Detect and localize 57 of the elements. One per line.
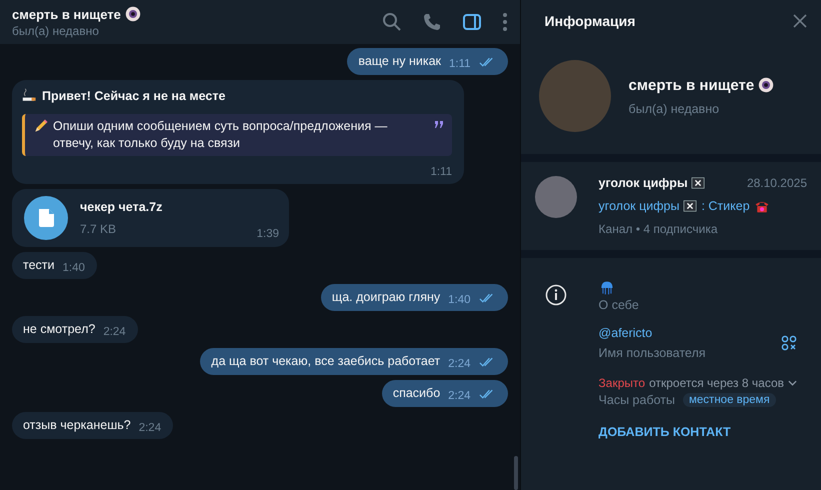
channel-preview-text: : Стикер [701, 199, 750, 213]
side-panel-icon[interactable] [462, 12, 482, 32]
pencil-icon [33, 118, 49, 134]
jellyfish-icon [598, 280, 615, 296]
channel-name: уголок цифры [598, 176, 688, 190]
channel-meta: Канал • 4 подписчика [598, 222, 719, 236]
message-text: да ща вот чекаю, все заебись работает [211, 354, 440, 370]
file-name: чекер чета.7z [80, 200, 164, 214]
message-title: Привет! Сейчас я не на месте [42, 89, 226, 103]
channel-avatar-placeholder [534, 176, 577, 218]
search-icon[interactable] [382, 12, 402, 32]
profile-status: был(а) недавно [628, 102, 720, 116]
message-time: 1:40 [62, 262, 85, 274]
channel-date: 28.10.2025 [746, 176, 807, 190]
chat-status: был(а) недавно [12, 24, 100, 38]
hours-label: Часы работы [598, 393, 675, 407]
message-time: 2:24 [448, 390, 471, 402]
message-time: 1:11 [430, 166, 452, 178]
about-label: О себе [598, 298, 640, 312]
message-time: 1:39 [256, 228, 279, 240]
info-icon [544, 284, 567, 306]
message-time: 1:40 [448, 294, 471, 306]
message-time: 2:24 [448, 358, 471, 370]
message-text: не смотрел? [23, 322, 96, 338]
add-contact-button[interactable]: ДОБАВИТЬ КОНТАКТ [598, 421, 731, 443]
username-link[interactable]: @afericto [598, 326, 706, 340]
message-time: 1:11 [449, 58, 471, 70]
eyeball-icon [124, 6, 141, 22]
profile-name: смерть в нищете [628, 76, 754, 94]
cigarette-icon [22, 88, 38, 104]
flag-icon [690, 176, 705, 190]
message-text: отзыв черканешь? [23, 418, 131, 434]
chevron-down-icon [788, 380, 797, 386]
panel-title: Информация [544, 13, 636, 29]
hours-toggle[interactable]: Закрыто откроется через 8 часов [598, 376, 797, 390]
qr-code-icon[interactable] [781, 335, 797, 351]
flag-icon [683, 199, 698, 213]
message-text: спасибо [392, 386, 440, 402]
chat-title: смерть в нищете [12, 6, 121, 22]
scrollbar[interactable] [514, 456, 518, 490]
local-time-button[interactable]: местное время [683, 393, 776, 407]
quote-text: Опиши одним сообщением суть вопроса/предложения — отвечу, как только буду на связи [53, 118, 388, 152]
channel-item[interactable]: уголок цифры 28.10.2025 уголок цифры : Стикер Канал • 4 подписчика [520, 162, 821, 250]
close-icon[interactable] [793, 14, 807, 28]
username-label: Имя пользователя [598, 346, 706, 360]
file-size: 7.7 KB [80, 222, 118, 236]
message-text: ща. доиграю гляну [332, 290, 440, 306]
message-text: ваще ну никак [358, 54, 442, 70]
quote-mark-icon [434, 121, 444, 129]
file-icon[interactable] [24, 196, 68, 240]
message-time: 2:24 [138, 422, 162, 434]
more-icon[interactable] [502, 12, 508, 32]
message-time: 2:24 [103, 326, 126, 338]
eyeball-icon [758, 77, 774, 93]
message-text: тести [23, 258, 54, 274]
channel-preview-sender: уголок цифры [598, 199, 680, 213]
phone-icon[interactable] [422, 12, 442, 32]
